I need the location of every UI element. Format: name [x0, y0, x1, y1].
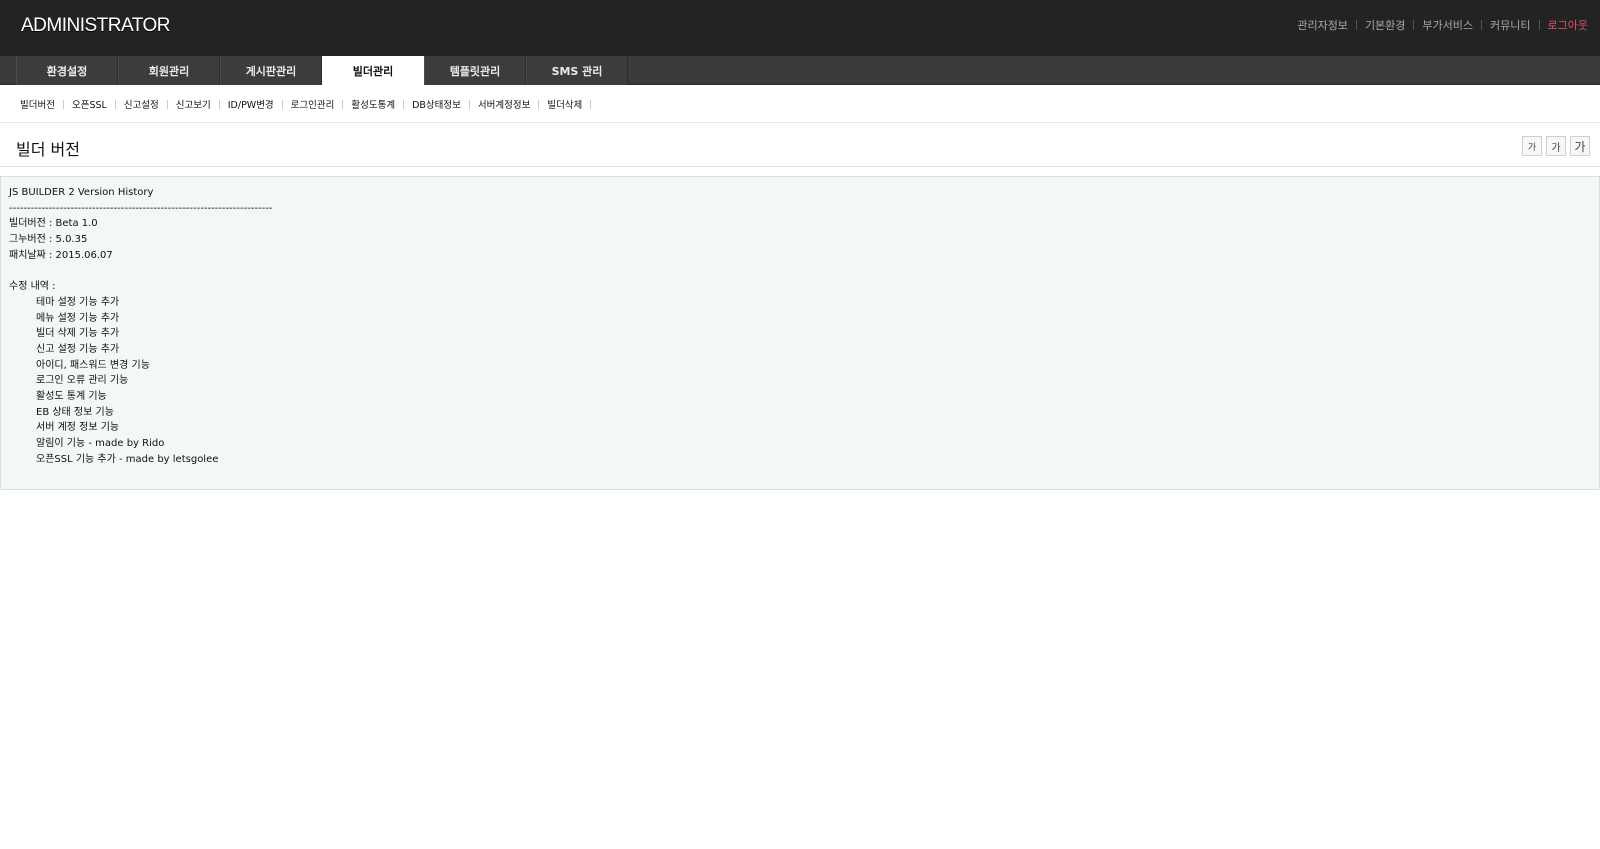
sub-nav-item-activity-stats[interactable]: 활성도통계 — [351, 97, 412, 111]
main-nav: 환경설정 회원관리 게시판관리 빌더관리 템플릿관리 SMS 관리 — [0, 56, 1600, 86]
version-history-heading: JS BUILDER 2 Version History — [9, 187, 154, 198]
divider — [1481, 20, 1483, 30]
divider — [1355, 20, 1357, 30]
sub-nav-label[interactable]: 로그인관리 — [291, 97, 335, 111]
tab-builder[interactable]: 빌더관리 — [322, 56, 424, 86]
change-item: EB 상태 정보 기능 — [36, 406, 114, 418]
top-links: 관리자정보 기본환경 부가서비스 커뮤니티 로그아웃 — [1297, 17, 1588, 33]
change-item: 서버 계정 정보 기능 — [36, 422, 120, 434]
font-size-small-button[interactable]: 가 — [1522, 136, 1542, 156]
tab-templates[interactable]: 템플릿관리 — [424, 56, 526, 85]
sub-nav-label[interactable]: 서버계정정보 — [478, 97, 530, 111]
divider — [1413, 20, 1415, 30]
top-link-addon-services[interactable]: 부가서비스 — [1422, 17, 1473, 33]
divider-line: ----------------------------------------… — [9, 202, 273, 214]
change-item: 활성도 통계 기능 — [36, 390, 107, 402]
sub-nav-label[interactable]: 오픈SSL — [72, 97, 107, 111]
gnu-version: 그누버전 : 5.0.35 — [9, 234, 88, 246]
logout-link[interactable]: 로그아웃 — [1548, 17, 1588, 33]
change-item: 알림이 기능 - made by Rido — [36, 438, 165, 449]
font-size-large-button[interactable]: 가 — [1570, 136, 1590, 156]
sub-nav-label[interactable]: 신고설정 — [124, 97, 159, 111]
divider — [166, 99, 168, 109]
divider — [1538, 20, 1540, 30]
sub-nav-item-builder-version[interactable]: 빌더버전 — [20, 97, 72, 111]
divider — [342, 99, 344, 109]
tab-sms[interactable]: SMS 관리 — [526, 56, 628, 85]
divider — [590, 99, 592, 109]
tab-members[interactable]: 회원관리 — [118, 56, 220, 85]
sub-nav-label[interactable]: ID/PW변경 — [228, 97, 274, 111]
sub-nav-item-openssl[interactable]: 오픈SSL — [72, 97, 124, 111]
tab-environment[interactable]: 환경설정 — [16, 56, 118, 85]
sub-nav: 빌더버전 오픈SSL 신고설정 신고보기 ID/PW변경 로그인관리 활성도통계… — [0, 86, 1600, 123]
divider — [218, 99, 220, 109]
sub-nav-label[interactable]: 활성도통계 — [351, 97, 395, 111]
builder-version: 빌더버전 : Beta 1.0 — [9, 218, 98, 230]
version-history-box: JS BUILDER 2 Version History -----------… — [0, 176, 1600, 490]
change-item: 로그인 오류 관리 기능 — [36, 375, 129, 387]
top-link-basic-settings[interactable]: 기본환경 — [1365, 17, 1405, 33]
divider — [468, 99, 470, 109]
tab-boards[interactable]: 게시판관리 — [220, 56, 322, 85]
font-size-medium-button[interactable]: 가 — [1546, 136, 1566, 156]
change-item: 테마 설정 기능 추가 — [36, 296, 120, 308]
top-header: ADMINISTRATOR 관리자정보 기본환경 부가서비스 커뮤니티 로그아웃 — [0, 0, 1600, 56]
change-item: 메뉴 설정 기능 추가 — [36, 312, 120, 324]
sub-nav-item-login-management[interactable]: 로그인관리 — [291, 97, 352, 111]
sub-nav-label[interactable]: 빌더버전 — [20, 97, 55, 111]
top-link-community[interactable]: 커뮤니티 — [1490, 17, 1530, 33]
sub-nav-item-server-account[interactable]: 서버계정정보 — [478, 97, 547, 111]
sub-nav-label[interactable]: DB상태정보 — [412, 97, 461, 111]
patch-date: 패치날짜 : 2015.06.07 — [9, 249, 113, 261]
sub-nav-label[interactable]: 빌더삭제 — [547, 97, 582, 111]
divider — [538, 99, 540, 109]
sub-nav-item-db-status[interactable]: DB상태정보 — [412, 97, 478, 111]
divider — [62, 99, 64, 109]
page-title: 빌더 버전 — [16, 140, 80, 159]
sub-nav-label[interactable]: 신고보기 — [176, 97, 211, 111]
divider — [403, 99, 405, 109]
change-item: 신고 설정 기능 추가 — [36, 343, 120, 355]
divider — [281, 99, 283, 109]
admin-logo[interactable]: ADMINISTRATOR — [21, 15, 171, 37]
page-title-bar: 빌더 버전 가 가 가 — [0, 124, 1600, 167]
sub-nav-item-idpw-change[interactable]: ID/PW변경 — [228, 97, 291, 111]
change-item: 빌더 삭제 기능 추가 — [36, 328, 120, 340]
change-item: 아이디, 패스워드 변경 기능 — [36, 359, 150, 371]
change-item: 오픈SSL 기능 추가 - made by letsgolee — [36, 453, 219, 465]
sub-nav-item-builder-delete[interactable]: 빌더삭제 — [547, 97, 599, 111]
changes-label: 수정 내역 : — [9, 281, 56, 293]
divider — [114, 99, 116, 109]
sub-nav-item-report-settings[interactable]: 신고설정 — [124, 97, 176, 111]
font-size-controls: 가 가 가 — [1522, 136, 1590, 156]
top-link-admin-info[interactable]: 관리자정보 — [1297, 17, 1348, 33]
sub-nav-item-report-view[interactable]: 신고보기 — [176, 97, 228, 111]
